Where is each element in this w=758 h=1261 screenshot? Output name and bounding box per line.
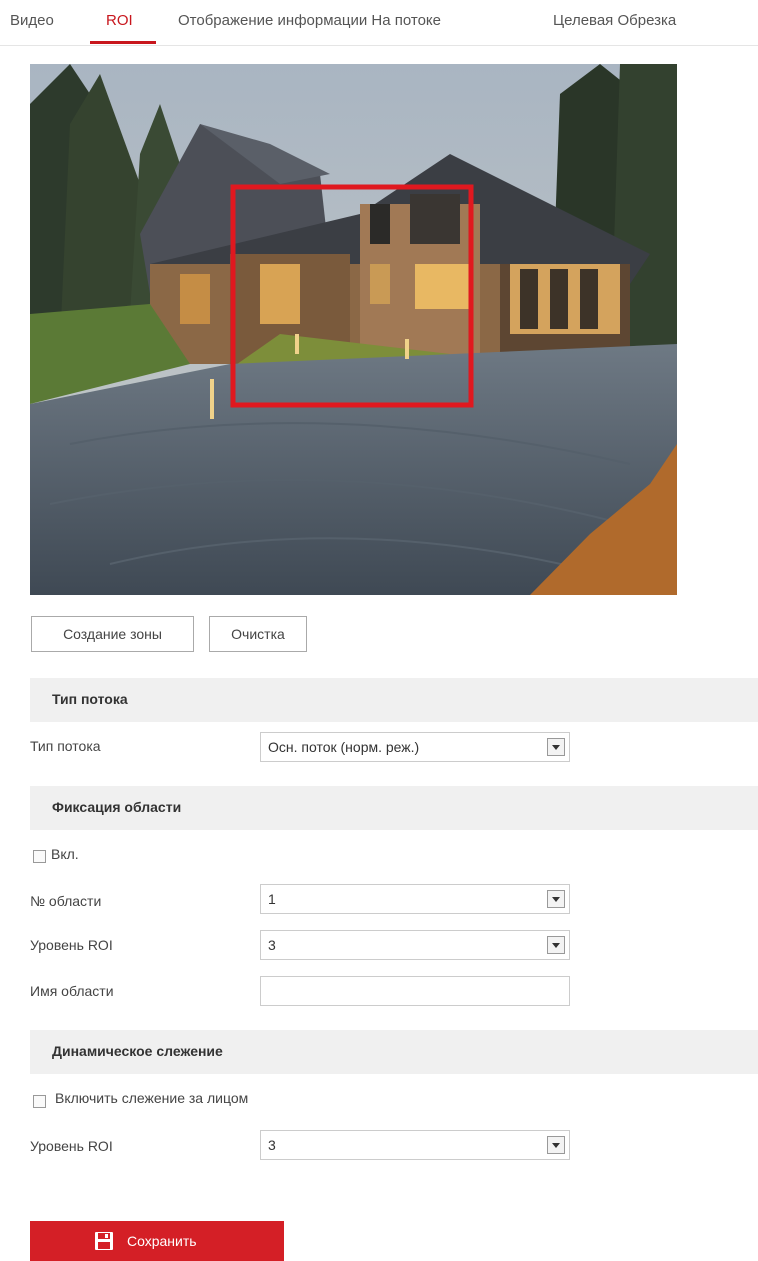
save-button[interactable]: Сохранить [30, 1221, 284, 1261]
tab-bar: Видео ROI Отображение информации На пото… [0, 0, 758, 46]
enable-fixed-region-checkbox[interactable] [33, 850, 46, 863]
tab-roi[interactable]: ROI [106, 12, 133, 29]
chevron-down-icon[interactable] [547, 936, 565, 954]
save-label: Сохранить [127, 1233, 197, 1249]
enable-face-tracking-checkbox[interactable] [33, 1095, 46, 1108]
region-number-select[interactable]: 1 [260, 884, 570, 914]
floppy-disk-icon [95, 1232, 113, 1250]
section-title: Фиксация области [52, 799, 182, 815]
fixed-region-section-header: Фиксация области [30, 786, 758, 830]
select-value: 3 [268, 1137, 276, 1153]
stream-type-label: Тип потока [30, 738, 101, 754]
chevron-down-icon[interactable] [547, 890, 565, 908]
dynamic-tracking-section-header: Динамическое слежение [30, 1030, 758, 1074]
clear-button[interactable]: Очистка [209, 616, 307, 652]
roi-level-label: Уровень ROI [30, 937, 113, 953]
active-tab-indicator [90, 41, 156, 44]
enable-face-tracking-label: Включить слежение за лицом [55, 1090, 249, 1106]
roi-level-select[interactable]: 3 [260, 930, 570, 960]
section-title: Тип потока [52, 691, 128, 707]
stream-type-section-header: Тип потока [30, 678, 758, 722]
tab-stream-info-display[interactable]: Отображение информации На потоке [178, 12, 441, 29]
section-title: Динамическое слежение [52, 1043, 223, 1059]
enable-label: Вкл. [51, 846, 79, 862]
roi-level-label: Уровень ROI [30, 1138, 113, 1154]
select-value: 1 [268, 891, 276, 907]
chevron-down-icon[interactable] [547, 738, 565, 756]
tab-target-cropping[interactable]: Целевая Обрезка [553, 12, 676, 29]
camera-image [30, 64, 677, 595]
dynamic-roi-level-select[interactable]: 3 [260, 1130, 570, 1160]
select-value: 3 [268, 937, 276, 953]
region-number-label: № области [30, 893, 102, 909]
select-value: Осн. поток (норм. реж.) [268, 739, 420, 755]
chevron-down-icon[interactable] [547, 1136, 565, 1154]
video-preview[interactable] [30, 64, 677, 595]
create-zone-button[interactable]: Создание зоны [31, 616, 194, 652]
region-name-input[interactable] [260, 976, 570, 1006]
stream-type-select[interactable]: Осн. поток (норм. реж.) [260, 732, 570, 762]
region-name-label: Имя области [30, 983, 114, 999]
tab-video[interactable]: Видео [10, 12, 54, 29]
